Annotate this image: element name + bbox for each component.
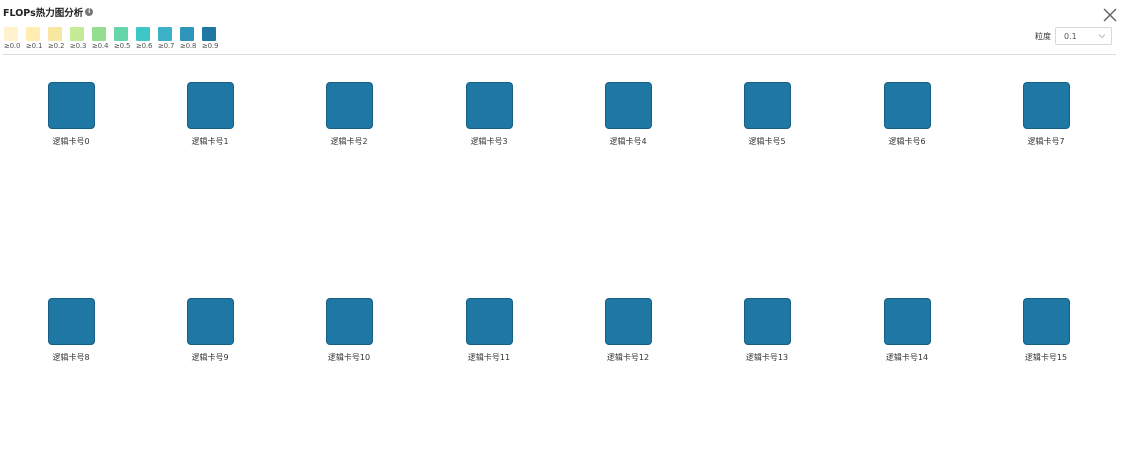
close-button[interactable] [1102,7,1118,23]
legend-swatch [136,27,150,41]
title-text: FLOPs热力图分析 [3,8,84,19]
header-divider [3,54,1116,55]
card-label: 逻辑卡号4 [609,137,647,146]
logical-card[interactable]: 逻辑卡号10 [314,298,384,363]
legend-swatch [114,27,128,41]
card-label: 逻辑卡号3 [470,137,508,146]
card-label: 逻辑卡号1 [191,137,229,146]
legend-item: ≥0.4 [92,27,114,50]
card-heat-square[interactable] [883,298,931,345]
logical-card[interactable]: 逻辑卡号11 [454,298,524,363]
legend-swatch [48,27,62,41]
chevron-down-icon [1098,34,1106,39]
legend-item: ≥0.5 [114,27,136,50]
granularity-select[interactable]: 0.1 [1055,27,1112,45]
legend-label: ≥0.9 [202,42,219,50]
legend-label: ≥0.3 [70,42,87,50]
card-label: 逻辑卡号14 [885,353,929,362]
card-label: 逻辑卡号15 [1024,353,1068,362]
card-heat-square[interactable] [604,298,652,345]
legend-label: ≥0.0 [4,42,21,50]
card-heat-square[interactable] [1022,82,1070,129]
flops-heatmap-panel: FLOPs热力图分析 i ≥0.0 ≥0.1 ≥0.2 ≥0.3 ≥0.4 ≥0.5 ≥0.… [0,0,1123,450]
legend-label: ≥0.8 [180,42,197,50]
card-label: 逻辑卡号0 [52,137,90,146]
card-label: 逻辑卡号2 [330,137,368,146]
card-heat-square[interactable] [743,82,791,129]
card-heat-square[interactable] [1022,298,1070,345]
card-heat-square[interactable] [186,298,234,345]
color-legend: ≥0.0 ≥0.1 ≥0.2 ≥0.3 ≥0.4 ≥0.5 ≥0.6 ≥0.7 ≥0.8 ≥0.9 [4,27,224,50]
card-label: 逻辑卡号13 [745,353,789,362]
legend-label: ≥0.7 [158,42,175,50]
card-label: 逻辑卡号11 [467,353,511,362]
logical-card[interactable]: 逻辑卡号9 [175,298,245,363]
logical-card[interactable]: 逻辑卡号1 [175,82,245,147]
legend-swatch [26,27,40,41]
logical-card[interactable]: 逻辑卡号5 [732,82,802,147]
card-label: 逻辑卡号8 [52,353,90,362]
granularity-control: 粒度 0.1 [1035,27,1112,45]
legend-item: ≥0.9 [202,27,224,50]
card-heat-square[interactable] [465,82,513,129]
card-heat-square[interactable] [325,298,373,345]
legend-swatch [92,27,106,41]
card-label: 逻辑卡号6 [888,137,926,146]
granularity-value: 0.1 [1064,31,1077,41]
logical-card[interactable]: 逻辑卡号13 [732,298,802,363]
legend-label: ≥0.1 [26,42,43,50]
legend-swatch [4,27,18,41]
logical-card[interactable]: 逻辑卡号8 [36,298,106,363]
card-heat-square[interactable] [47,298,95,345]
card-label: 逻辑卡号5 [748,137,786,146]
legend-item: ≥0.0 [4,27,26,50]
card-heat-square[interactable] [883,82,931,129]
legend-item: ≥0.8 [180,27,202,50]
card-label: 逻辑卡号9 [191,353,229,362]
card-label: 逻辑卡号10 [327,353,371,362]
legend-swatch [158,27,172,41]
legend-label: ≥0.2 [48,42,65,50]
card-heat-square[interactable] [325,82,373,129]
card-label: 逻辑卡号7 [1027,137,1065,146]
logical-card[interactable]: 逻辑卡号3 [454,82,524,147]
card-heat-square[interactable] [743,298,791,345]
granularity-label: 粒度 [1035,31,1051,41]
legend-label: ≥0.4 [92,42,109,50]
card-heat-square[interactable] [47,82,95,129]
legend-swatch [202,27,216,41]
logical-card[interactable]: 逻辑卡号0 [36,82,106,147]
legend-swatch [180,27,194,41]
info-icon[interactable]: i [85,8,94,16]
card-label: 逻辑卡号12 [606,353,650,362]
legend-item: ≥0.2 [48,27,70,50]
card-heat-square[interactable] [604,82,652,129]
legend-item: ≥0.7 [158,27,180,50]
logical-card[interactable]: 逻辑卡号12 [593,298,663,363]
logical-card[interactable]: 逻辑卡号2 [314,82,384,147]
logical-card[interactable]: 逻辑卡号6 [872,82,942,147]
logical-card[interactable]: 逻辑卡号15 [1011,298,1081,363]
legend-label: ≥0.5 [114,42,131,50]
legend-item: ≥0.6 [136,27,158,50]
logical-card[interactable]: 逻辑卡号14 [872,298,942,363]
page-title: FLOPs热力图分析 i [3,5,94,19]
legend-label: ≥0.6 [136,42,153,50]
logical-card[interactable]: 逻辑卡号7 [1011,82,1081,147]
logical-card[interactable]: 逻辑卡号4 [593,82,663,147]
card-heat-square[interactable] [465,298,513,345]
legend-swatch [70,27,84,41]
close-icon [1103,8,1117,22]
legend-item: ≥0.1 [26,27,48,50]
card-heat-square[interactable] [186,82,234,129]
legend-item: ≥0.3 [70,27,92,50]
